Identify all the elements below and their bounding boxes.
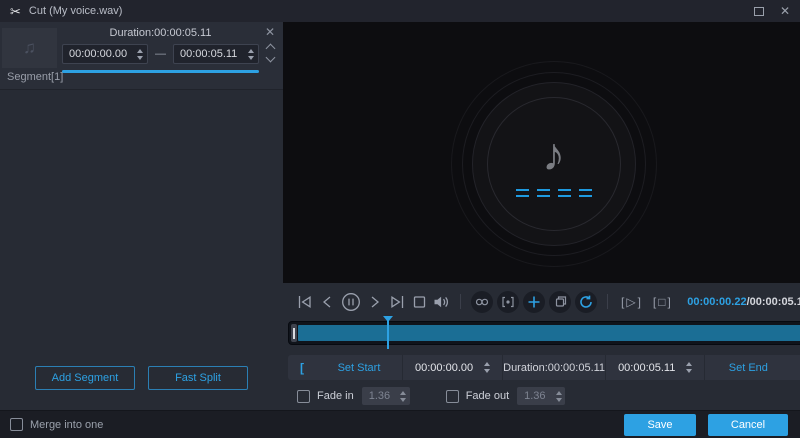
main-area: ♫ Segment[1] Duration:00:00:05.11 00:00:… <box>0 22 800 410</box>
divider <box>607 294 608 309</box>
speaker-ring-middle: ♪ <box>462 72 646 256</box>
segment-item[interactable]: ♫ Segment[1] Duration:00:00:05.11 00:00:… <box>0 22 283 90</box>
timeline-track[interactable] <box>288 321 800 345</box>
editor-panel: ♪ <box>283 22 800 410</box>
scissors-icon: ✂ <box>10 5 21 18</box>
segment-end-value: 00:00:05.11 <box>174 48 243 60</box>
equalizer-bar <box>579 189 592 197</box>
segment-detail: Duration:00:00:05.11 00:00:00.00 — 00:00… <box>62 27 259 73</box>
window-title: Cut (My voice.wav) <box>29 5 123 17</box>
pause-button[interactable] <box>339 291 363 313</box>
segment-start-stepper[interactable] <box>132 49 147 60</box>
segment-range-bar[interactable] <box>62 70 259 73</box>
segment-start-value: 00:00:00.00 <box>63 48 132 60</box>
segment-label: Segment[1] <box>7 71 63 83</box>
save-button[interactable]: Save <box>624 414 696 436</box>
trim-end-value: 00:00:05.11 <box>614 362 679 374</box>
add-segment-button[interactable]: Add Segment <box>35 366 135 390</box>
fade-out-stepper[interactable] <box>552 391 565 402</box>
segment-end-input[interactable]: 00:00:05.11 <box>173 44 259 64</box>
maximize-button[interactable] <box>754 7 764 16</box>
split-segment-icon[interactable] <box>471 291 493 313</box>
playhead-line <box>387 320 389 349</box>
trim-duration-label: Duration:00:00:05.11 <box>503 362 605 374</box>
stop-segment-icon[interactable]: [□] <box>649 295 677 309</box>
add-segment-icon[interactable] <box>523 291 545 313</box>
trim-end-input[interactable]: 00:00:05.11 <box>605 355 705 380</box>
segment-duration-label: Duration:00:00:05.11 <box>62 27 259 39</box>
fade-in-value: 1.36 <box>362 390 397 402</box>
fast-split-button[interactable]: Fast Split <box>148 366 248 390</box>
current-time: 00:00:00.22 <box>687 296 746 308</box>
segment-list-panel: ♫ Segment[1] Duration:00:00:05.11 00:00:… <box>0 22 283 410</box>
speaker-disc: ♪ <box>472 82 636 246</box>
equalizer-bar <box>516 189 529 197</box>
title-bar: ✂ Cut (My voice.wav) ✕ <box>0 0 800 22</box>
equalizer-bar <box>558 189 571 197</box>
set-start-button[interactable]: Set Start <box>316 362 402 374</box>
reset-icon[interactable] <box>575 291 597 313</box>
music-note-icon: ♪ <box>542 131 565 177</box>
move-segment-down-icon[interactable] <box>265 53 275 63</box>
equalizer-bar <box>537 189 550 197</box>
trim-controls-bar: [ Set Start 00:00:00.00 Duration:00:00:0… <box>288 355 800 380</box>
fade-in-label: Fade in <box>317 390 354 402</box>
trim-start-input[interactable]: 00:00:00.00 <box>402 355 503 380</box>
segment-thumbnail[interactable]: ♫ <box>2 28 57 68</box>
timeline-selected-range[interactable] <box>298 325 800 341</box>
equalizer-bars <box>516 189 592 197</box>
fade-out-value: 1.36 <box>517 390 552 402</box>
segment-start-input[interactable]: 00:00:00.00 <box>62 44 148 64</box>
speaker-ring-outer: ♪ <box>451 61 657 267</box>
speaker-ring-inner: ♪ <box>487 97 621 231</box>
segment-end-stepper[interactable] <box>243 49 258 60</box>
playhead-marker[interactable] <box>383 316 393 350</box>
footer-bar: Merge into one Save Cancel <box>0 410 800 438</box>
time-readout: 00:00:00.22/00:00:05.11 <box>687 296 800 308</box>
cancel-button[interactable]: Cancel <box>708 414 788 436</box>
window-controls: ✕ <box>754 5 790 17</box>
volume-icon[interactable] <box>431 291 451 313</box>
fade-in-checkbox[interactable] <box>297 390 310 403</box>
trim-start-stepper[interactable] <box>479 362 494 373</box>
previous-frame-icon[interactable] <box>317 291 337 313</box>
fade-out-label: Fade out <box>466 390 509 402</box>
next-frame-icon[interactable] <box>365 291 385 313</box>
divider <box>460 294 461 309</box>
fade-out-input[interactable]: 1.36 <box>517 387 565 405</box>
range-dash: — <box>155 48 166 60</box>
segment-actions: Add Segment Fast Split <box>0 366 283 390</box>
merge-into-one-label: Merge into one <box>30 419 103 431</box>
go-to-start-icon[interactable] <box>295 291 315 313</box>
end-bracket-icon[interactable]: ] <box>791 361 800 375</box>
timeline-area <box>283 321 800 349</box>
close-button[interactable]: ✕ <box>780 5 790 17</box>
fade-in-stepper[interactable] <box>397 391 410 402</box>
cut-dialog-window: ✂ Cut (My voice.wav) ✕ ♫ Segment[1] Dura… <box>0 0 800 438</box>
transport-bar: [▷] [□] 00:00:00.22/00:00:05.11 <box>283 283 800 320</box>
fade-in-input[interactable]: 1.36 <box>362 387 410 405</box>
stop-icon[interactable] <box>409 291 429 313</box>
set-end-button[interactable]: Set End <box>705 362 791 374</box>
play-segment-icon[interactable]: [▷] <box>617 295 647 309</box>
copy-segment-icon[interactable] <box>549 291 571 313</box>
start-bracket-icon[interactable]: [ <box>288 361 316 375</box>
trim-start-handle[interactable] <box>291 324 297 342</box>
snapshot-icon[interactable] <box>497 291 519 313</box>
trim-start-value: 00:00:00.00 <box>411 362 477 374</box>
music-note-icon: ♫ <box>23 38 36 58</box>
go-to-end-icon[interactable] <box>387 291 407 313</box>
fade-controls: Fade in 1.36 Fade out 1.36 <box>283 382 800 410</box>
delete-segment-icon[interactable]: ✕ <box>265 26 275 38</box>
total-time: 00:00:05.11 <box>750 296 800 308</box>
trim-end-stepper[interactable] <box>681 362 696 373</box>
fade-out-checkbox[interactable] <box>446 390 459 403</box>
audio-preview: ♪ <box>283 22 800 283</box>
merge-into-one-checkbox[interactable] <box>10 418 23 431</box>
segment-item-controls: ✕ <box>262 26 278 61</box>
segment-time-row: 00:00:00.00 — 00:00:05.11 <box>62 44 259 64</box>
